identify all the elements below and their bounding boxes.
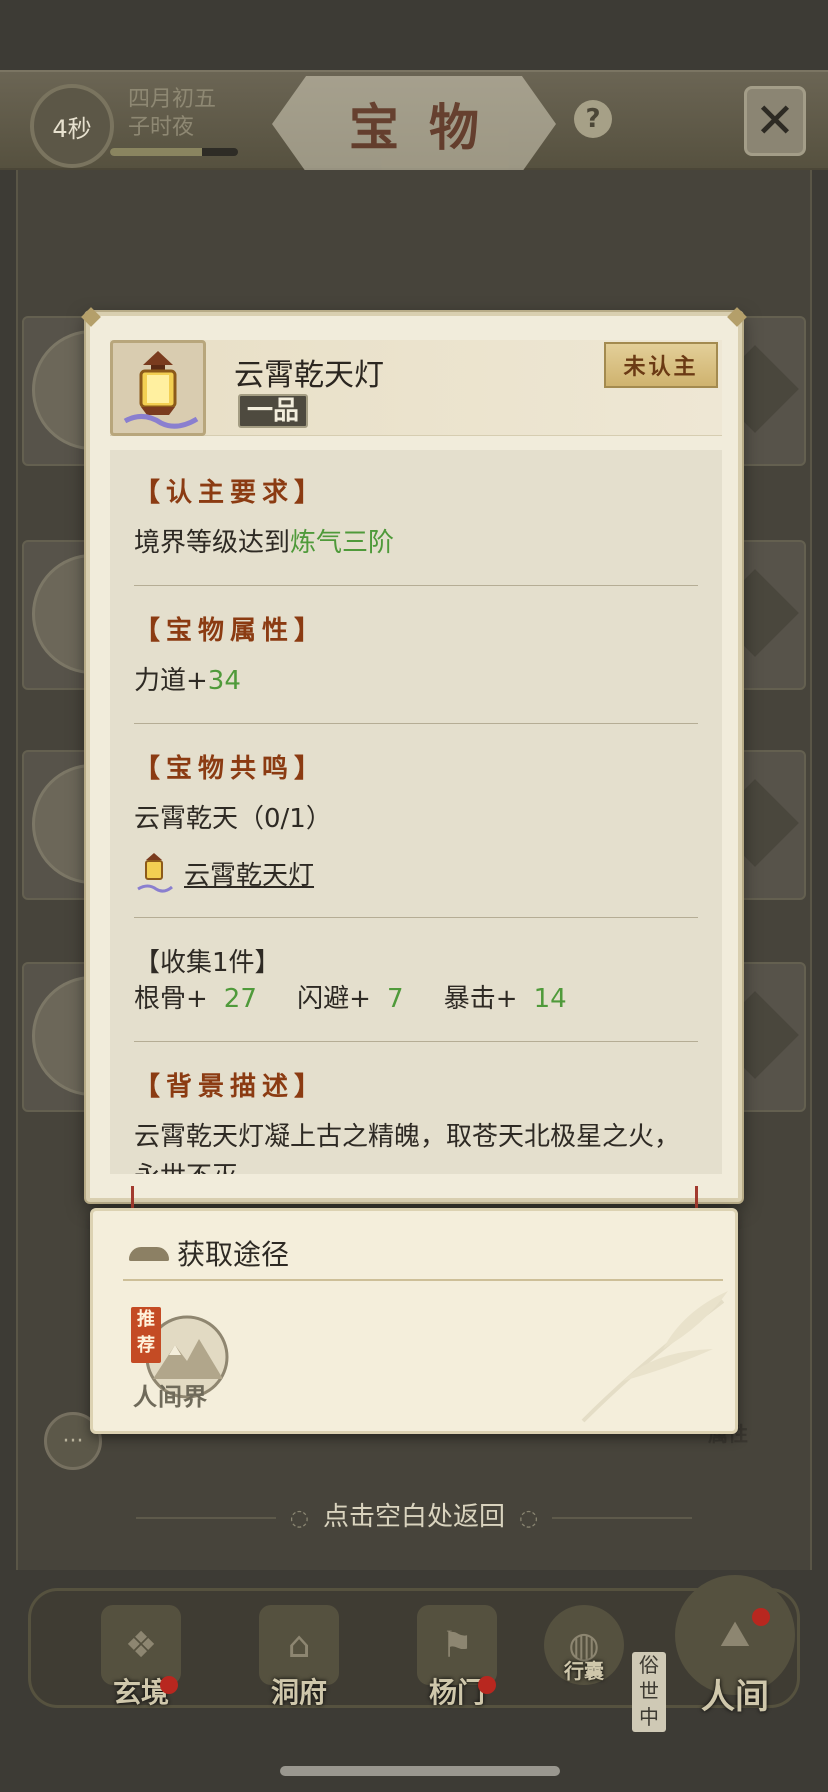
requirement-realm: 炼气三阶 xyxy=(290,528,395,558)
collect-section: 【收集1件】 根骨+ 27 闪避+ 7 暴击+ 14 xyxy=(110,942,722,1019)
timer-badge: 4秒 xyxy=(30,84,114,168)
attribute-label: 力道+ xyxy=(134,666,208,696)
help-button[interactable]: ? xyxy=(574,100,612,138)
stat-gengu: 根骨+ 27 xyxy=(134,984,273,1014)
time-progress-bar xyxy=(110,148,238,156)
nav-renjian[interactable]: ⛰ 人间 xyxy=(660,1575,810,1718)
flourish-icon: ◌ xyxy=(519,1506,539,1531)
hint-line-left xyxy=(135,1516,276,1519)
page-title: 宝物 xyxy=(349,98,509,157)
timer-text: 4秒 xyxy=(52,114,92,143)
collect-title: 【收集1件】 xyxy=(134,948,281,978)
home-indicator xyxy=(280,1766,560,1776)
divider xyxy=(134,585,698,586)
requirement-section: 【认主要求】 境界等级达到炼气三阶 xyxy=(110,472,722,563)
background-title: 【背景描述】 xyxy=(134,1072,327,1102)
resonance-set: 云霄乾天（0/1） xyxy=(134,804,332,834)
question-icon: ? xyxy=(585,104,601,134)
page-title-plate: 宝物 xyxy=(272,76,556,172)
flourish-icon: ◌ xyxy=(289,1506,309,1531)
attribute-section: 【宝物属性】 力道+34 xyxy=(110,610,722,701)
resonance-title: 【宝物共鸣】 xyxy=(134,754,327,784)
recommend-tag: 推荐 xyxy=(131,1307,161,1363)
stat-shanbi: 闪避+ 7 xyxy=(297,984,419,1014)
nav-dongfu[interactable]: ⌂ 洞府 xyxy=(234,1605,364,1711)
requirement-text: 境界等级达到炼气三阶 xyxy=(134,523,698,563)
nav-label: 人间 xyxy=(701,1677,769,1717)
cloud-icon xyxy=(129,1247,169,1261)
nav-label: 行囊 xyxy=(564,1659,604,1683)
owner-status-badge: 未认主 xyxy=(604,342,718,388)
nav-yangmen[interactable]: ⚑ 杨门 xyxy=(392,1605,522,1711)
grade-badge: 一品 xyxy=(238,394,308,428)
requirement-title: 【认主要求】 xyxy=(134,478,327,508)
resonance-item-link[interactable]: 云霄乾天灯 xyxy=(184,855,314,892)
collect-stats: 根骨+ 27 闪避+ 7 暴击+ 14 xyxy=(134,979,698,1019)
background-text: 云霄乾天灯凝上古之精魄，取苍天北极星之火，永世不灭 xyxy=(134,1122,681,1174)
close-icon: ✕ xyxy=(754,93,796,149)
date-line-2: 子时夜 xyxy=(128,115,195,140)
stat-label: 闪避+ xyxy=(297,984,371,1014)
treasure-detail-dialog: 云霄乾天灯 一品 未认主 【认主要求】 境界等级达到炼气三阶 【宝物属性】 力道… xyxy=(86,312,742,1202)
hint-text: 点击空白处返回 xyxy=(322,1502,505,1532)
stat-label: 暴击+ xyxy=(443,984,518,1014)
world-badge: 俗世中 xyxy=(632,1652,666,1732)
item-name: 云霄乾天灯 xyxy=(234,358,384,393)
item-header: 云霄乾天灯 一品 未认主 xyxy=(110,340,722,436)
time-progress-fill xyxy=(110,148,203,156)
notification-dot xyxy=(752,1608,770,1626)
hint-line-right xyxy=(552,1516,693,1519)
tap-to-return-hint[interactable]: ◌ 点击空白处返回 ◌ xyxy=(0,1496,828,1533)
nav-xingnang[interactable]: ◍ 行囊 xyxy=(526,1605,642,1685)
lantern-icon xyxy=(137,853,173,893)
divider xyxy=(134,917,698,918)
divider xyxy=(134,723,698,724)
nav-label: 玄境 xyxy=(112,1676,169,1709)
notification-dot xyxy=(478,1676,496,1694)
resonance-item-row[interactable]: 云霄乾天灯 xyxy=(134,851,698,895)
item-detail-scroll[interactable]: 【认主要求】 境界等级达到炼气三阶 【宝物属性】 力道+34 【宝物共鸣】 云霄… xyxy=(110,450,722,1174)
stat-value: 7 xyxy=(386,984,404,1014)
stat-baoji: 暴击+ 14 xyxy=(444,984,583,1014)
stat-value: 27 xyxy=(223,984,257,1014)
stat-label: 根骨+ xyxy=(134,984,208,1014)
requirement-prefix: 境界等级达到 xyxy=(134,528,291,558)
acquisition-panel: 获取途径 推荐 人间界 xyxy=(90,1208,738,1434)
nav-label: 杨门 xyxy=(428,1676,485,1709)
divider xyxy=(134,1041,698,1042)
date-line-1: 四月初五 xyxy=(128,87,217,112)
lantern-icon xyxy=(110,340,206,436)
nav-label: 洞府 xyxy=(270,1676,327,1709)
acquisition-title: 获取途径 xyxy=(177,1238,290,1271)
attribute-title: 【宝物属性】 xyxy=(134,616,327,646)
notification-dot xyxy=(160,1676,178,1694)
nav-xuanjing[interactable]: ❖ 玄境 xyxy=(76,1605,206,1711)
attribute-value: 34 xyxy=(207,666,241,696)
attribute-text: 力道+34 xyxy=(134,661,698,701)
chat-icon: ··· xyxy=(62,1428,84,1454)
close-button[interactable]: ✕ xyxy=(744,86,806,156)
source-name: 人间界 xyxy=(133,1382,208,1411)
background-section: 【背景描述】 云霄乾天灯凝上古之精魄，取苍天北极星之火，永世不灭 xyxy=(110,1066,722,1174)
bamboo-icon xyxy=(581,1291,728,1423)
resonance-section: 【宝物共鸣】 云霄乾天（0/1） 云霄乾天灯 xyxy=(110,748,722,895)
stat-value: 14 xyxy=(533,984,567,1014)
game-date: 四月初五 子时夜 xyxy=(128,86,216,142)
